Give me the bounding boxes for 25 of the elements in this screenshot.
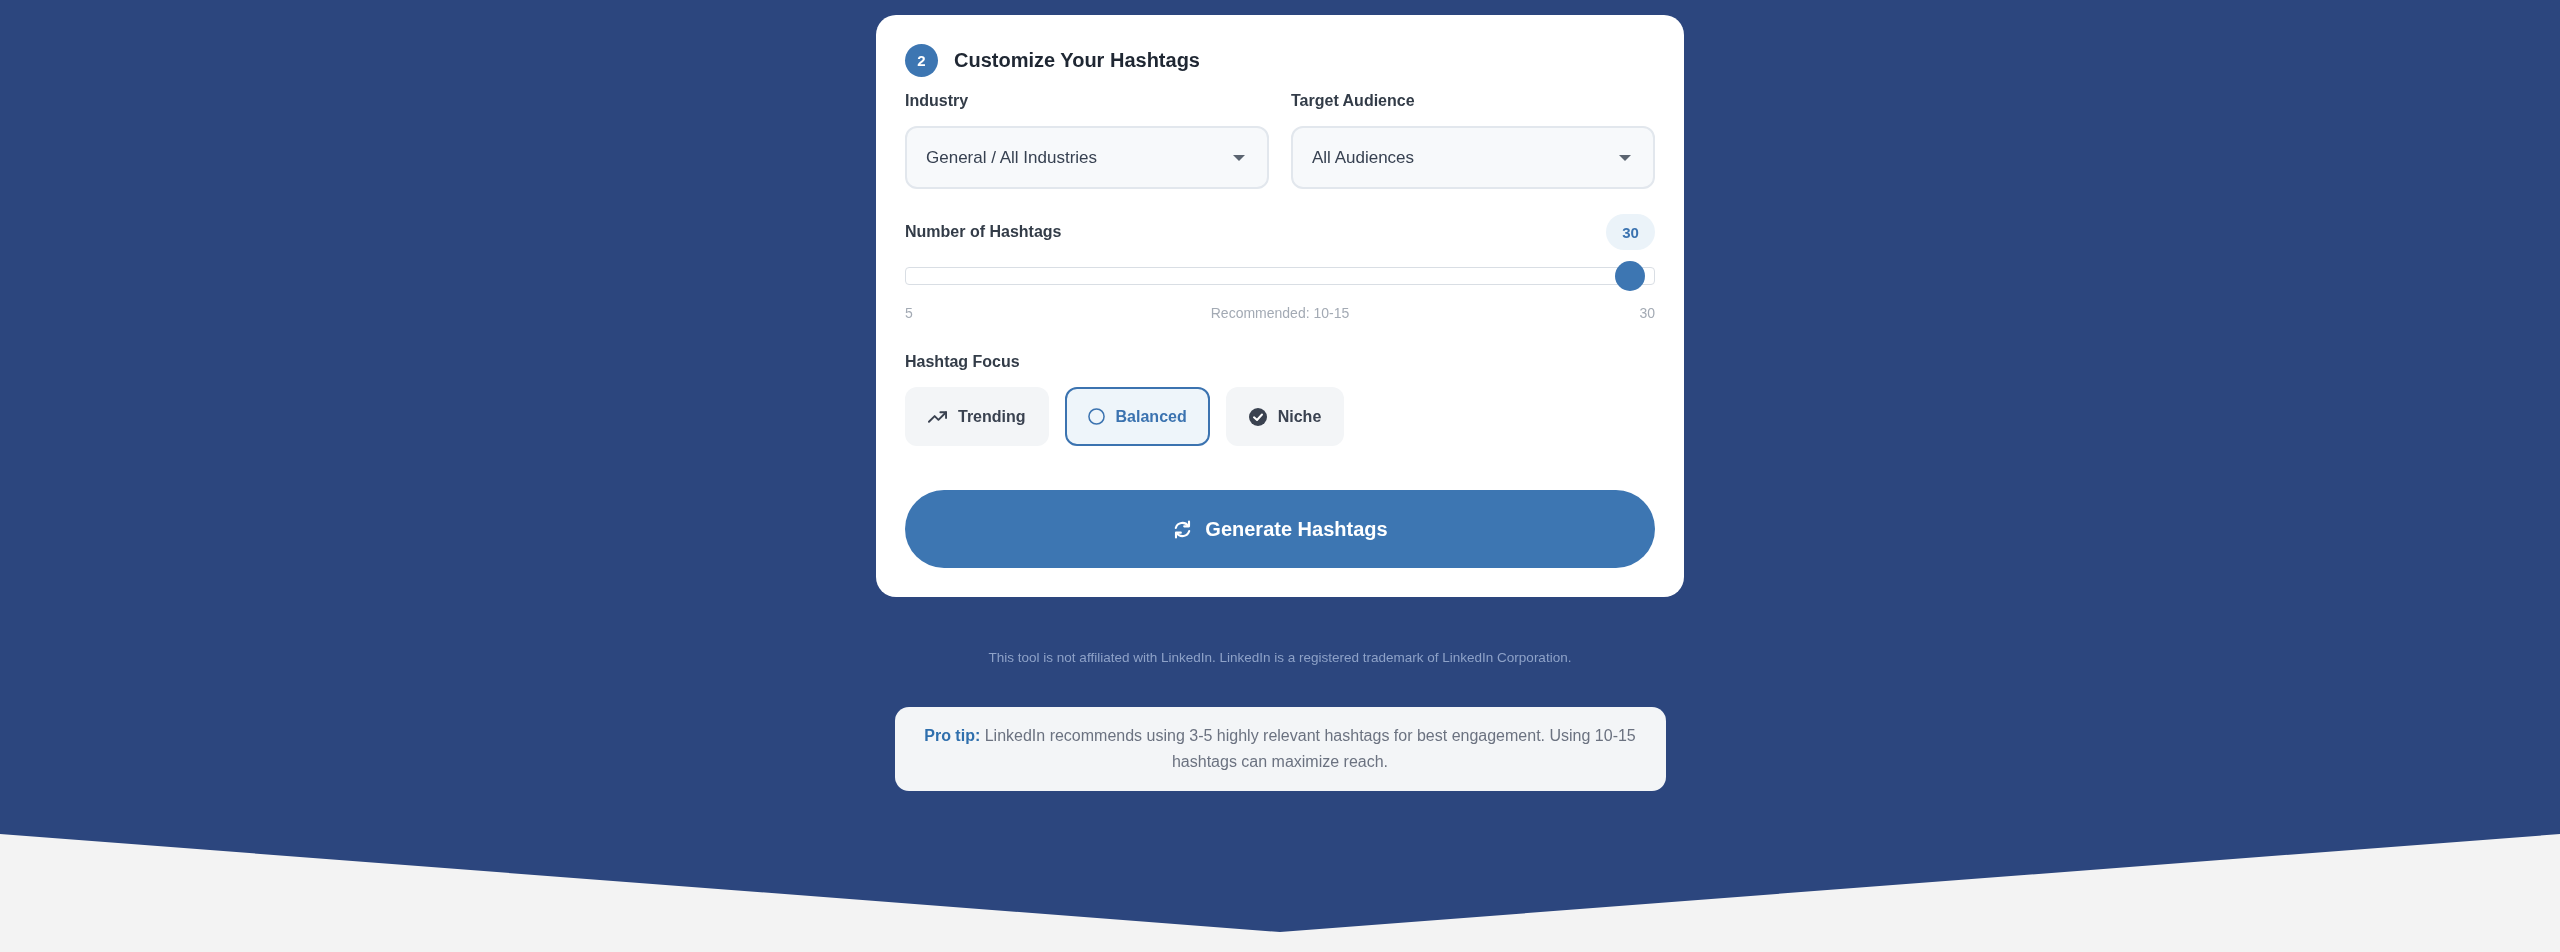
dropdown-select[interactable]: General / All Industries xyxy=(905,126,1269,189)
focus-option[interactable]: Balanced xyxy=(1064,387,1210,446)
section-title: Customize Your Hashtags xyxy=(954,49,1200,72)
dropdown-select[interactable]: All Audiences xyxy=(1291,126,1655,189)
range-hint: Recommended: 10-15 xyxy=(1210,304,1350,322)
caret-down-icon xyxy=(1233,154,1245,161)
slider-thumb[interactable] xyxy=(1615,261,1645,291)
slider-label: Number of Hashtags xyxy=(905,222,1062,242)
range-min-label: 5 xyxy=(905,304,913,322)
caret-down-icon xyxy=(1619,154,1631,161)
step-number: 2 xyxy=(905,44,938,77)
field-label: Industry xyxy=(905,91,970,111)
field-label: Target Audience xyxy=(1291,91,1416,111)
focus-label: Hashtag Focus xyxy=(905,352,1021,372)
range-max-label: 30 xyxy=(1639,304,1655,322)
slider-track[interactable] xyxy=(905,261,1655,291)
pro-tip-note: Pro tip: LinkedIn recommends using 3-5 highly relevant hashtags for best engagement. Using 10-15 hashtags can maximize reach. xyxy=(894,707,1666,791)
check-circle-icon xyxy=(1248,407,1267,426)
focus-option[interactable]: Niche xyxy=(1225,387,1345,446)
generate-button[interactable]: Generate Hashtags xyxy=(905,490,1655,568)
trending-up-icon xyxy=(928,410,947,423)
disclaimer-text: This tool is not affiliated with LinkedIn. LinkedIn is a registered trademark of LinkedIn Corporation. xyxy=(988,649,1572,667)
focus-option[interactable]: Trending xyxy=(905,387,1049,446)
count-value-badge: 30 xyxy=(1606,214,1655,250)
circle-icon xyxy=(1087,408,1105,425)
